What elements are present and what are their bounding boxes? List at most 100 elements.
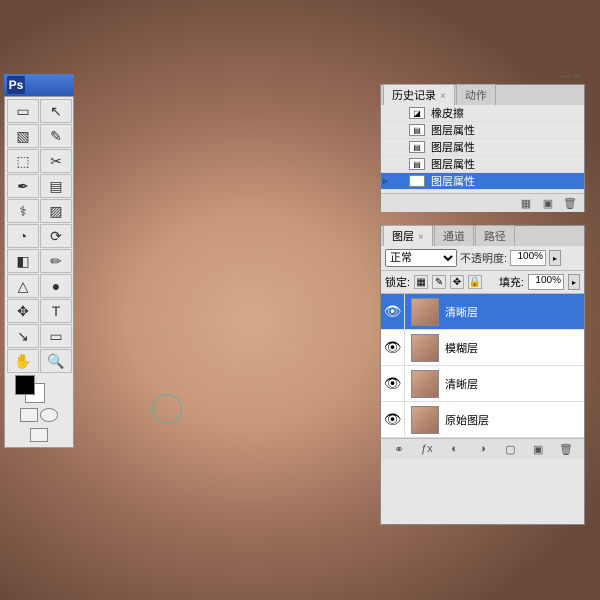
visibility-toggle[interactable]: 👁 — [381, 330, 405, 365]
visibility-toggle[interactable]: 👁 — [381, 402, 405, 437]
path-tool[interactable]: ✥ — [7, 299, 39, 323]
new-snapshot-icon[interactable]: ▣ — [540, 196, 556, 210]
ps-logo-icon: Ps — [7, 76, 25, 94]
eyedropper-tool[interactable]: ▭ — [40, 324, 72, 348]
close-icon[interactable]: × — [440, 91, 446, 102]
heal-tool[interactable]: ✒ — [7, 174, 39, 198]
history-item[interactable]: ▤ 图层属性 — [381, 156, 584, 173]
history-item[interactable]: ▤ 图层属性 — [381, 139, 584, 156]
document-icon: ▤ — [409, 141, 425, 153]
history-item-label: 橡皮擦 — [431, 105, 464, 121]
crop-tool[interactable]: ⬚ — [7, 149, 39, 173]
history-item-label: 图层属性 — [431, 122, 475, 138]
gradient-tool[interactable]: ⟳ — [40, 224, 72, 248]
opacity-arrow-icon[interactable]: ▸ — [549, 250, 561, 266]
opacity-input[interactable]: 100% — [510, 250, 546, 266]
visibility-toggle[interactable]: 👁 — [381, 366, 405, 401]
color-swatches — [7, 373, 71, 405]
toolbox-panel: ▭ ↖ ▧ ✎ ⬚ ✂ ✒ ▤ ⚕ ▨ ◔ ⟳ ◧ ✏ △ ● ✥ T ↘ ▭ … — [4, 96, 74, 448]
history-footer: ▦ ▣ 🗑 — [381, 193, 584, 212]
layer-name-label: 清晰层 — [445, 304, 478, 320]
opacity-label: 不透明度: — [460, 250, 507, 266]
wand-tool[interactable]: ✎ — [40, 124, 72, 148]
dodge-tool[interactable]: ✏ — [40, 249, 72, 273]
layer-thumbnail[interactable] — [411, 406, 439, 434]
eraser-tool[interactable]: ◔ — [7, 224, 39, 248]
history-panel: — × 历史记录× 动作 ◪橡皮擦 ▤图层属性 ▤图层属性 ▤图层属性 ▹▤图层… — [380, 84, 585, 212]
layer-name-label: 原始图层 — [445, 412, 489, 428]
fill-arrow-icon[interactable]: ▸ — [568, 274, 580, 290]
slice-tool[interactable]: ✂ — [40, 149, 72, 173]
layer-thumbnail[interactable] — [411, 298, 439, 326]
layer-row[interactable]: 👁 原始图层 — [381, 402, 584, 438]
fill-input[interactable]: 100% — [528, 274, 564, 290]
history-item-label: 图层属性 — [431, 139, 475, 155]
history-brush-tool[interactable]: ▨ — [40, 199, 72, 223]
tab-actions[interactable]: 动作 — [456, 84, 496, 105]
history-item[interactable]: ◪ 橡皮擦 — [381, 105, 584, 122]
standard-mode-icon[interactable] — [20, 408, 38, 422]
tab-paths[interactable]: 路径 — [475, 225, 515, 246]
brush-cursor — [152, 394, 182, 424]
screenmode-row — [7, 425, 71, 445]
fx-icon[interactable]: ƒx — [419, 442, 435, 456]
close-icon[interactable]: × — [418, 232, 424, 243]
trash-icon[interactable]: 🗑 — [558, 442, 574, 456]
pen-tool[interactable]: △ — [7, 274, 39, 298]
layers-panel: 图层 × 通道 路径 正常 不透明度: 100% ▸ 锁定: ▦ ✎ ✥ 🔒 填充… — [380, 225, 585, 525]
blend-mode-select[interactable]: 正常 — [385, 249, 457, 267]
layer-row[interactable]: 👁 模糊层 — [381, 330, 584, 366]
folder-icon[interactable]: ▢ — [502, 442, 518, 456]
layers-tabs: 图层 × 通道 路径 — [381, 226, 584, 246]
notes-tool[interactable]: ↘ — [7, 324, 39, 348]
history-item[interactable]: ▤图层属性 — [381, 122, 584, 139]
link-icon[interactable]: ⚭ — [391, 442, 407, 456]
type-tool[interactable]: ● — [40, 274, 72, 298]
document-icon: ▤ — [409, 175, 425, 187]
layer-thumbnail[interactable] — [411, 334, 439, 362]
eraser-icon: ◪ — [409, 107, 425, 119]
history-item[interactable]: ▹▤图层属性 — [381, 173, 584, 190]
layers-footer: ⚭ ƒx ◐ ◑ ▢ ▣ 🗑 — [381, 438, 584, 459]
lock-move-icon[interactable]: ✥ — [450, 275, 464, 289]
shape-tool[interactable]: T — [40, 299, 72, 323]
layer-thumbnail[interactable] — [411, 370, 439, 398]
lock-row: 锁定: ▦ ✎ ✥ 🔒 填充: 100% ▸ — [381, 271, 584, 294]
history-item-label: 图层属性 — [431, 156, 475, 172]
blur-tool[interactable]: ◧ — [7, 249, 39, 273]
tab-layers[interactable]: 图层 × — [383, 225, 433, 246]
quickmask-mode-icon[interactable] — [40, 408, 58, 422]
layer-row[interactable]: 👁 清晰层 — [381, 294, 584, 330]
tab-channels[interactable]: 通道 — [434, 225, 474, 246]
layer-name-label: 模糊层 — [445, 340, 478, 356]
history-list: ◪橡皮擦 ▤图层属性 ▤图层属性 ▤图层属性 ▹▤图层属性 — [381, 105, 584, 193]
move-tool[interactable]: ↖ — [40, 99, 72, 123]
lock-label: 锁定: — [385, 274, 410, 290]
zoom-tool[interactable]: 🔍 — [40, 349, 72, 373]
layer-row[interactable]: 👁 清晰层 — [381, 366, 584, 402]
tool-grid: ▭ ↖ ▧ ✎ ⬚ ✂ ✒ ▤ ⚕ ▨ ◔ ⟳ ◧ ✏ △ ● ✥ T ↘ ▭ … — [7, 99, 71, 373]
marquee-tool[interactable]: ▭ — [7, 99, 39, 123]
screen-mode-icon[interactable] — [30, 428, 48, 442]
visibility-toggle[interactable]: 👁 — [381, 294, 405, 329]
lock-pixels-icon[interactable]: ▦ — [414, 275, 428, 289]
lock-brush-icon[interactable]: ✎ — [432, 275, 446, 289]
lock-all-icon[interactable]: 🔒 — [468, 275, 482, 289]
mask-icon[interactable]: ◐ — [447, 442, 463, 456]
fill-label: 填充: — [499, 274, 524, 290]
adjustment-icon[interactable]: ◑ — [474, 442, 490, 456]
foreground-color[interactable] — [15, 375, 35, 395]
stamp-tool[interactable]: ⚕ — [7, 199, 39, 223]
document-icon: ▤ — [409, 158, 425, 170]
history-marker-icon: ▹ — [383, 176, 388, 187]
tab-history[interactable]: 历史记录× — [383, 84, 455, 105]
panel-minimize-icon[interactable]: — × — [561, 71, 580, 82]
lasso-tool[interactable]: ▧ — [7, 124, 39, 148]
trash-icon[interactable]: 🗑 — [562, 196, 578, 210]
brush-tool[interactable]: ▤ — [40, 174, 72, 198]
snapshot-icon[interactable]: ▦ — [518, 196, 534, 210]
hand-tool[interactable]: ✋ — [7, 349, 39, 373]
new-layer-icon[interactable]: ▣ — [530, 442, 546, 456]
toolbox-header: Ps — [4, 74, 74, 96]
tab-layers-label: 图层 — [392, 231, 414, 243]
